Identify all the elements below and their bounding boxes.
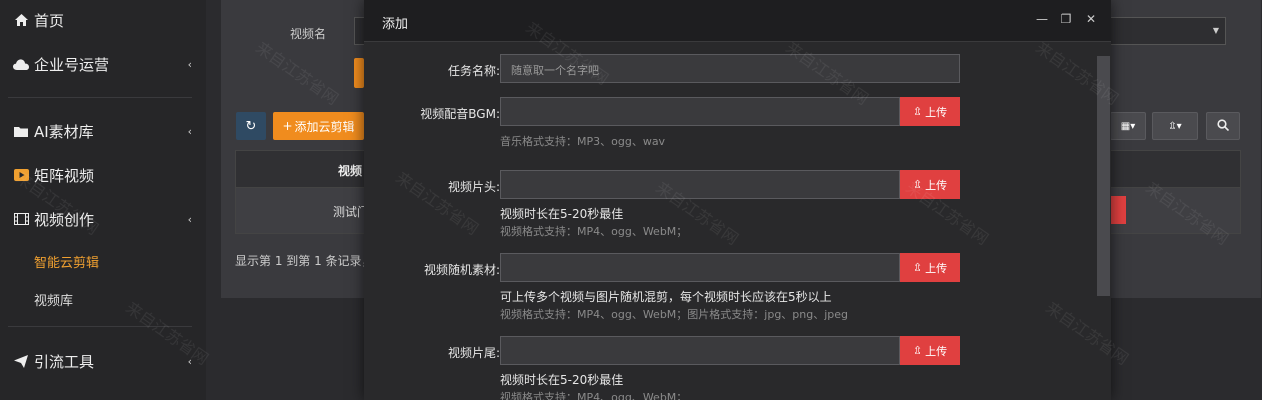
grid-icon: ▦▾ (1120, 120, 1136, 132)
sidebar-divider (8, 326, 192, 327)
search-icon (1217, 118, 1230, 134)
intro-duration-note: 视频时长在5-20秒最佳 (500, 207, 624, 221)
sidebar-item-video-creation[interactable]: 视频创作 ‹ (0, 199, 206, 239)
add-cloud-edit-label: 添加云剪辑 (294, 119, 355, 134)
upload-icon: ⇫ (912, 105, 923, 118)
bgm-upload-button[interactable]: ⇫ 上传 (900, 97, 960, 126)
sidebar-item-label: 矩阵视频 (34, 166, 95, 185)
random-material-label: 视频随机素材: (423, 263, 500, 277)
cloud-icon (10, 58, 32, 70)
random-material-note: 可上传多个视频与图片随机混剪，每个视频时长应该在5秒以上 (500, 290, 832, 304)
chevron-left-icon: ‹ (187, 124, 192, 138)
task-name-input[interactable]: 随意取一个名字吧 (500, 54, 960, 83)
sidebar: 首页 企业号运营 ‹ AI素材库 ‹ 矩阵视频 视频创作 ‹ 智能云剪辑 视频库… (0, 0, 206, 400)
filter-label-video-name: 视频名 (290, 27, 327, 41)
table-header-cell: 视频 (338, 164, 363, 178)
add-cloud-edit-button[interactable]: + 添加云剪辑 (273, 112, 364, 140)
sidebar-item-label: 首页 (34, 11, 65, 30)
upload-icon: ⇫ (912, 178, 923, 191)
intro-label: 视频片头: (447, 180, 500, 194)
film-icon (10, 213, 32, 225)
columns-toggle-button[interactable]: ▦▾ (1110, 112, 1146, 140)
bgm-format-hint: 音乐格式支持：MP3、ogg、wav (500, 135, 666, 148)
sidebar-item-label: AI素材库 (34, 122, 94, 141)
chevron-left-icon: ‹ (187, 57, 192, 71)
caret-down-icon: ▼ (1212, 26, 1219, 35)
upload-icon: ⇫ (912, 261, 923, 274)
export-icon: ⇫▾ (1168, 120, 1182, 132)
outro-file-input[interactable] (500, 336, 900, 365)
sidebar-divider (8, 97, 192, 98)
bgm-file-input[interactable] (500, 97, 900, 126)
refresh-icon: ↻ (245, 118, 257, 134)
dialog-header: 添加 — ❐ ✕ (364, 0, 1111, 42)
upload-label: 上传 (925, 105, 948, 119)
sidebar-item-enterprise[interactable]: 企业号运营 ‹ (0, 44, 206, 84)
sidebar-item-label: 引流工具 (34, 352, 95, 371)
random-material-upload-button[interactable]: ⇫ 上传 (900, 253, 960, 282)
home-icon (10, 14, 32, 26)
chevron-down-icon: ‹ (187, 212, 192, 226)
chevron-left-icon: ‹ (187, 354, 192, 368)
bgm-label: 视频配音BGM: (420, 107, 500, 121)
pagination-info: 显示第 1 到第 1 条记录， (235, 254, 374, 268)
intro-format-hint: 视频格式支持：MP4、ogg、WebM； (500, 225, 688, 238)
maximize-icon[interactable]: ❐ (1059, 12, 1073, 26)
export-button[interactable]: ⇫▾ (1152, 112, 1198, 140)
send-icon (10, 354, 32, 368)
intro-file-input[interactable] (500, 170, 900, 199)
row-action-button[interactable] (1110, 196, 1126, 224)
minimize-icon[interactable]: — (1035, 12, 1049, 26)
video-icon (10, 169, 32, 181)
sidebar-item-traffic-tools[interactable]: 引流工具 ‹ (0, 341, 206, 381)
search-submit-button[interactable] (354, 58, 364, 88)
plus-icon: + (282, 119, 293, 133)
refresh-button[interactable]: ↻ (236, 112, 266, 140)
sidebar-item-label: 企业号运营 (34, 55, 110, 74)
sidebar-item-matrix-video[interactable]: 矩阵视频 (0, 155, 206, 195)
sidebar-subitem-video-library[interactable]: 视频库 (34, 290, 73, 309)
random-material-format-hint: 视频格式支持：MP4、ogg、WebM；图片格式支持：jpg、png、jpeg (500, 308, 849, 321)
dialog-scrollbar[interactable] (1097, 56, 1110, 296)
close-icon[interactable]: ✕ (1084, 12, 1098, 26)
search-toggle-button[interactable] (1206, 112, 1240, 140)
task-name-label: 任务名称: (447, 64, 500, 78)
task-name-placeholder: 随意取一个名字吧 (511, 64, 599, 77)
outro-label: 视频片尾: (447, 346, 500, 360)
sidebar-item-home[interactable]: 首页 (0, 0, 206, 40)
sidebar-item-ai-library[interactable]: AI素材库 ‹ (0, 111, 206, 151)
dialog-title: 添加 (382, 17, 409, 32)
upload-label: 上传 (925, 344, 948, 358)
outro-format-hint: 视频格式支持：MP4、ogg、WebM； (500, 391, 688, 400)
upload-label: 上传 (925, 178, 948, 192)
sidebar-subitem-smart-cloud-edit[interactable]: 智能云剪辑 (34, 252, 99, 271)
intro-upload-button[interactable]: ⇫ 上传 (900, 170, 960, 199)
add-dialog: 添加 — ❐ ✕ 任务名称: 随意取一个名字吧 视频配音BGM: ⇫ 上传 音乐… (364, 0, 1111, 400)
outro-duration-note: 视频时长在5-20秒最佳 (500, 373, 624, 387)
folder-icon (10, 126, 32, 137)
upload-icon: ⇫ (912, 344, 923, 357)
upload-label: 上传 (925, 261, 948, 275)
random-material-file-input[interactable] (500, 253, 900, 282)
outro-upload-button[interactable]: ⇫ 上传 (900, 336, 960, 365)
filter-select[interactable]: ▼ (1108, 17, 1226, 45)
sidebar-item-label: 视频创作 (34, 210, 95, 229)
app-root: 首页 企业号运营 ‹ AI素材库 ‹ 矩阵视频 视频创作 ‹ 智能云剪辑 视频库… (0, 0, 1262, 400)
